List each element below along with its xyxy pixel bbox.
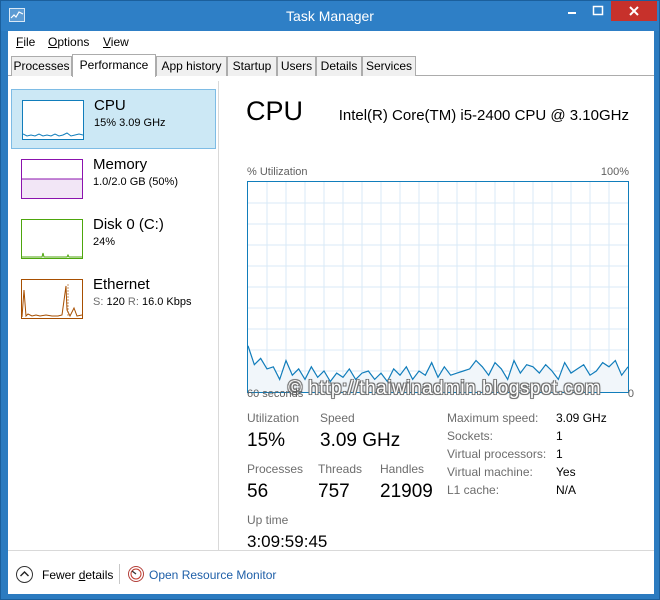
- cpu-thumbnail-graph: [22, 100, 84, 140]
- sidebar-item-cpu[interactable]: CPU 15% 3.09 GHz: [11, 89, 216, 149]
- sidebar-memory-name: Memory: [93, 156, 148, 173]
- sidebar-ethernet-name: Ethernet: [93, 276, 150, 293]
- cpu-model-name: Intel(R) Core(TM) i5-2400 CPU @ 3.10GHz: [338, 107, 629, 124]
- menu-file[interactable]: File: [16, 35, 35, 49]
- uptime-value: 3:09:59:45: [247, 532, 328, 551]
- threads-label: Threads: [318, 462, 363, 476]
- cpu-detail-panel: CPU Intel(R) Core(TM) i5-2400 CPU @ 3.10…: [220, 81, 654, 551]
- footer-bar: Fewer details Open Resource Monitor: [8, 550, 654, 594]
- watermark-text: © http://thaiwinadmin.blogspot.com: [288, 378, 601, 399]
- l1-cache-value: N/A: [556, 483, 577, 497]
- speed-value: 3.09 GHz: [320, 430, 401, 451]
- sidebar-cpu-summary: 15% 3.09 GHz: [94, 117, 166, 129]
- tab-users[interactable]: Users: [277, 56, 316, 76]
- sidebar-item-disk[interactable]: Disk 0 (C:) 24%: [11, 209, 216, 269]
- ethernet-receive-label: R:: [127, 296, 139, 308]
- fewer-details-label: Fewer details: [42, 568, 114, 582]
- menu-file-label: ile: [23, 35, 36, 49]
- sidebar-disk-name: Disk 0 (C:): [93, 216, 164, 233]
- menu-view-label: iew: [110, 35, 129, 49]
- menu-view[interactable]: View: [103, 35, 129, 49]
- virtual-machine-label: Virtual machine:: [447, 465, 533, 479]
- virtual-machine-value: Yes: [556, 465, 576, 479]
- speed-label: Speed: [320, 411, 355, 425]
- menu-options[interactable]: Options: [48, 35, 89, 49]
- handles-label: Handles: [380, 462, 425, 476]
- ethernet-receive-value: 16.0 Kbps: [141, 296, 192, 308]
- page-title: CPU: [246, 96, 304, 126]
- graph-y-max: 100%: [600, 166, 629, 178]
- open-resource-monitor-link[interactable]: Open Resource Monitor: [149, 568, 276, 582]
- ethernet-send-value: 120: [106, 296, 125, 308]
- graph-x-left-label: 60 seconds: [247, 388, 304, 400]
- memory-thumbnail-graph: [21, 159, 83, 199]
- sidebar-disk-summary: 24%: [93, 236, 116, 248]
- footer-separator: [119, 564, 120, 584]
- cpu-utilization-plot: [247, 182, 629, 392]
- max-speed-label: Maximum speed:: [447, 411, 539, 425]
- tab-startup[interactable]: Startup: [227, 56, 277, 76]
- window-client: File Options View Processes Performance …: [8, 31, 654, 594]
- sidebar-memory-summary: 1.0/2.0 GB (50%): [93, 176, 178, 188]
- handles-value: 21909: [380, 481, 433, 502]
- tab-details[interactable]: Details: [316, 56, 362, 76]
- sidebar-item-memory[interactable]: Memory 1.0/2.0 GB (50%): [11, 149, 216, 209]
- sidebar-item-ethernet[interactable]: Ethernet S: 120 R: 16.0 Kbps: [11, 269, 216, 329]
- close-button[interactable]: [611, 1, 657, 21]
- uptime-label: Up time: [247, 513, 289, 527]
- disk-thumbnail-graph: [21, 219, 83, 259]
- resource-monitor-icon[interactable]: [128, 566, 144, 582]
- maximize-button[interactable]: [585, 1, 611, 21]
- utilization-value: 15%: [247, 430, 286, 451]
- sidebar-ethernet-summary: S: 120 R: 16.0 Kbps: [93, 296, 192, 308]
- virtual-processors-label: Virtual processors:: [447, 447, 547, 461]
- menu-view-mnemonic: V: [103, 35, 111, 49]
- chevron-up-icon[interactable]: [16, 566, 33, 583]
- tab-strip: Processes Performance App history Startu…: [8, 54, 654, 77]
- sockets-value: 1: [556, 429, 563, 443]
- graph-x-right-label: 0: [627, 388, 634, 400]
- processes-label: Processes: [247, 462, 304, 476]
- menu-options-label: ptions: [57, 35, 90, 49]
- threads-value: 757: [318, 481, 350, 502]
- tab-app-history[interactable]: App history: [156, 56, 227, 76]
- fewer-details-link[interactable]: Fewer details: [42, 568, 113, 582]
- sockets-label: Sockets:: [447, 429, 494, 443]
- graph-y-label: % Utilization: [247, 166, 308, 178]
- processes-value: 56: [247, 481, 269, 502]
- menu-options-mnemonic: O: [48, 35, 58, 49]
- l1-cache-label: L1 cache:: [447, 483, 500, 497]
- utilization-label: Utilization: [247, 411, 300, 425]
- ethernet-send-label: S:: [93, 296, 104, 308]
- task-manager-window: Task Manager File Options View Processes…: [0, 0, 660, 600]
- resource-sidebar: CPU 15% 3.09 GHz Memory 1.0/2.0 GB (50%): [8, 81, 219, 550]
- tab-processes[interactable]: Processes: [11, 56, 72, 76]
- title-bar[interactable]: Task Manager: [1, 1, 659, 31]
- minimize-button[interactable]: [559, 1, 585, 21]
- cpu-utilization-graph: © http://thaiwinadmin.blogspot.com: [247, 181, 629, 399]
- menu-bar: File Options View: [8, 31, 654, 53]
- sidebar-cpu-name: CPU: [94, 97, 126, 114]
- max-speed-value: 3.09 GHz: [556, 411, 607, 425]
- tab-performance[interactable]: Performance: [72, 54, 156, 77]
- tab-services[interactable]: Services: [362, 56, 416, 76]
- ethernet-thumbnail-graph: [21, 279, 83, 319]
- virtual-processors-value: 1: [556, 447, 563, 461]
